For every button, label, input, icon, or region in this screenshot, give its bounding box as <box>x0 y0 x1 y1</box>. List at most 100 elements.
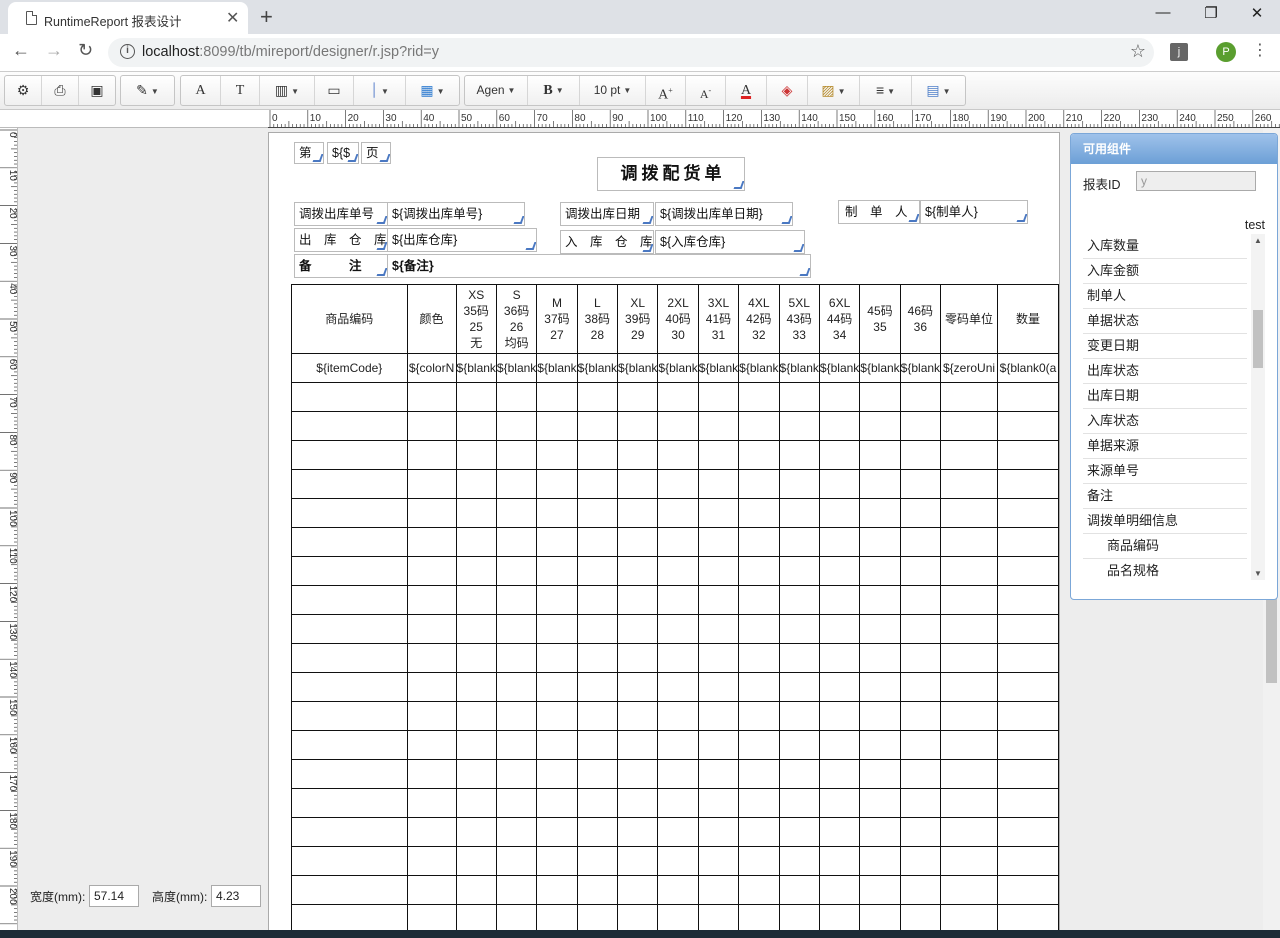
empty-cell[interactable] <box>495 788 538 818</box>
empty-cell[interactable] <box>997 701 1059 731</box>
empty-cell[interactable] <box>818 382 861 412</box>
empty-cell[interactable] <box>940 759 998 789</box>
header-cell[interactable]: 4XL 42码 32 <box>738 284 780 354</box>
empty-cell[interactable] <box>697 701 740 731</box>
empty-cell[interactable] <box>940 643 998 673</box>
empty-cell[interactable] <box>697 672 740 702</box>
tree-item[interactable]: 出库日期 <box>1083 384 1247 409</box>
empty-cell[interactable] <box>536 382 578 412</box>
empty-cell[interactable] <box>406 556 457 586</box>
tree-item[interactable]: 商品编码 <box>1083 534 1247 559</box>
empty-cell[interactable] <box>617 672 659 702</box>
empty-cell[interactable] <box>536 788 578 818</box>
empty-cell[interactable] <box>455 701 497 731</box>
minimize-icon[interactable]: — <box>1140 4 1186 21</box>
empty-cell[interactable] <box>495 382 538 412</box>
empty-cell[interactable] <box>291 411 408 441</box>
empty-cell[interactable] <box>617 730 659 760</box>
empty-cell[interactable] <box>536 411 578 441</box>
empty-cell[interactable] <box>899 846 942 876</box>
tree-item[interactable]: 来源单号 <box>1083 459 1247 484</box>
binding-cell[interactable]: ${blank <box>778 353 820 383</box>
window-close-icon[interactable]: ✕ <box>1234 4 1280 22</box>
empty-cell[interactable] <box>617 759 659 789</box>
empty-cell[interactable] <box>455 527 497 557</box>
out-date-label[interactable]: 调拨出库日期 <box>560 202 654 226</box>
empty-cell[interactable] <box>778 643 820 673</box>
empty-cell[interactable] <box>576 875 619 905</box>
empty-cell[interactable] <box>617 556 659 586</box>
binding-cell[interactable]: ${blank <box>536 353 578 383</box>
header-cell[interactable]: XS 35码 25 无 <box>455 284 497 354</box>
bold-button[interactable]: B ▼ <box>527 76 579 105</box>
empty-cell[interactable] <box>617 701 659 731</box>
empty-cell[interactable] <box>495 440 538 470</box>
empty-cell[interactable] <box>997 759 1059 789</box>
empty-cell[interactable] <box>778 846 820 876</box>
empty-cell[interactable] <box>576 469 619 499</box>
header-cell[interactable]: 商品编码 <box>291 284 408 354</box>
empty-cell[interactable] <box>697 440 740 470</box>
empty-cell[interactable] <box>406 701 457 731</box>
empty-cell[interactable] <box>495 469 538 499</box>
empty-cell[interactable] <box>940 440 998 470</box>
detail-table[interactable]: 商品编码 颜色 XS 35码 25 无 S 36码 26 均码 M 37码 27 L 38码 28 XL 39码 2… <box>291 284 1059 934</box>
binding-cell[interactable]: ${blank <box>859 353 901 383</box>
empty-cell[interactable] <box>997 556 1059 586</box>
empty-cell[interactable] <box>536 875 578 905</box>
empty-cell[interactable] <box>859 614 901 644</box>
line-icon[interactable]: ⏐ ▼ <box>353 76 405 105</box>
empty-cell[interactable] <box>406 614 457 644</box>
empty-cell[interactable] <box>455 817 497 847</box>
empty-cell[interactable] <box>617 498 659 528</box>
empty-cell[interactable] <box>657 527 699 557</box>
empty-cell[interactable] <box>291 643 408 673</box>
empty-cell[interactable] <box>738 527 780 557</box>
empty-cell[interactable] <box>899 643 942 673</box>
out-no-label[interactable]: 调拨出库单号 <box>294 202 388 226</box>
empty-cell[interactable] <box>536 498 578 528</box>
empty-cell[interactable] <box>899 759 942 789</box>
empty-cell[interactable] <box>657 643 699 673</box>
empty-cell[interactable] <box>657 701 699 731</box>
empty-cell[interactable] <box>859 440 901 470</box>
empty-cell[interactable] <box>738 730 780 760</box>
empty-cell[interactable] <box>997 469 1059 499</box>
binding-cell[interactable]: ${blank <box>818 353 861 383</box>
empty-cell[interactable] <box>291 469 408 499</box>
tree-item[interactable]: 备注 <box>1083 484 1247 509</box>
binding-cell[interactable]: ${blank0(a <box>997 353 1059 383</box>
browser-tab[interactable]: RuntimeReport 报表设计 ✕ <box>8 2 248 34</box>
empty-cell[interactable] <box>495 498 538 528</box>
empty-cell[interactable] <box>576 382 619 412</box>
empty-cell[interactable] <box>778 875 820 905</box>
empty-cell[interactable] <box>738 875 780 905</box>
empty-cell[interactable] <box>576 730 619 760</box>
new-tab-icon[interactable]: + <box>260 4 273 30</box>
empty-cell[interactable] <box>576 585 619 615</box>
empty-cell[interactable] <box>778 701 820 731</box>
empty-cell[interactable] <box>576 672 619 702</box>
restore-icon[interactable]: ❐ <box>1188 4 1234 22</box>
tree-item[interactable]: 制单人 <box>1083 284 1247 309</box>
header-cell[interactable]: 数量 <box>997 284 1059 354</box>
empty-cell[interactable] <box>291 440 408 470</box>
empty-cell[interactable] <box>657 411 699 441</box>
empty-cell[interactable] <box>818 614 861 644</box>
empty-cell[interactable] <box>495 846 538 876</box>
empty-cell[interactable] <box>536 556 578 586</box>
header-cell[interactable]: 颜色 <box>406 284 457 354</box>
empty-cell[interactable] <box>997 614 1059 644</box>
empty-cell[interactable] <box>940 846 998 876</box>
align-icon[interactable]: ≡ ▼ <box>859 76 911 105</box>
empty-cell[interactable] <box>576 643 619 673</box>
empty-cell[interactable] <box>940 788 998 818</box>
empty-cell[interactable] <box>455 498 497 528</box>
empty-cell[interactable] <box>455 875 497 905</box>
empty-cell[interactable] <box>455 469 497 499</box>
binding-cell[interactable]: ${blank <box>899 353 942 383</box>
empty-cell[interactable] <box>738 643 780 673</box>
empty-cell[interactable] <box>697 585 740 615</box>
empty-cell[interactable] <box>859 701 901 731</box>
empty-cell[interactable] <box>818 846 861 876</box>
